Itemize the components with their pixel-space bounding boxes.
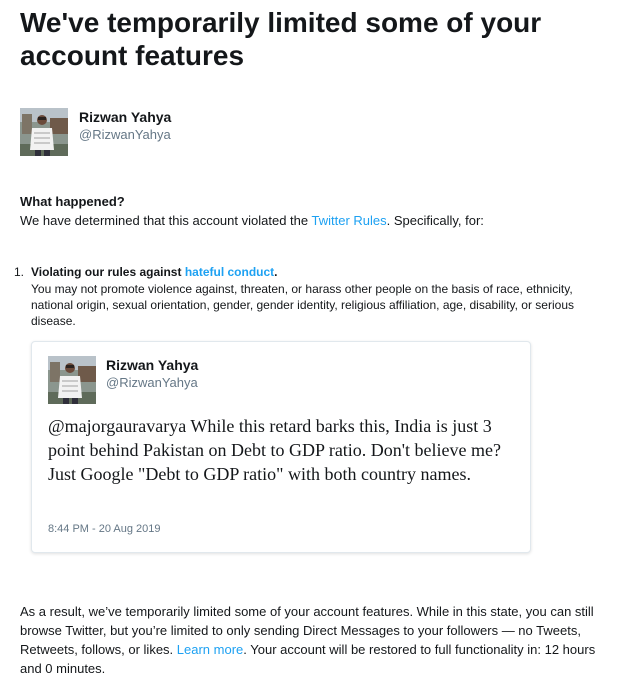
tweet-card[interactable]: Rizwan Yahya @RizwanYahya @majorgauravar… bbox=[31, 341, 531, 553]
tweet-timestamp[interactable]: 8:44 PM - 20 Aug 2019 bbox=[48, 523, 161, 535]
violation-title-before: Violating our rules against bbox=[31, 265, 185, 279]
what-happened-heading: What happened? bbox=[20, 194, 125, 209]
account-name[interactable]: Rizwan Yahya bbox=[79, 109, 171, 125]
twitter-rules-link[interactable]: Twitter Rules bbox=[311, 213, 386, 228]
learn-more-link[interactable]: Learn more bbox=[177, 642, 243, 657]
tweet-author-handle[interactable]: @RizwanYahya bbox=[106, 375, 198, 390]
page-title: We've temporarily limited some of your a… bbox=[20, 7, 542, 71]
what-happened-text-before: We have determined that this account vio… bbox=[20, 213, 312, 228]
account-handle[interactable]: @RizwanYahya bbox=[79, 127, 171, 142]
what-happened-text-after: . Specifically, for: bbox=[386, 213, 484, 228]
result-text: As a result, we’ve temporarily limited s… bbox=[20, 602, 620, 678]
tweet-avatar[interactable] bbox=[48, 356, 96, 404]
tweet-author-name[interactable]: Rizwan Yahya bbox=[106, 357, 198, 373]
violation-description: You may not promote violence against, th… bbox=[31, 282, 574, 328]
violation-title: Violating our rules against hateful cond… bbox=[31, 265, 278, 279]
avatar[interactable] bbox=[20, 108, 68, 156]
tweet-text: @majorgauravarya While this retard barks… bbox=[48, 416, 501, 484]
violation-title-after: . bbox=[274, 265, 278, 279]
hateful-conduct-link[interactable]: hateful conduct bbox=[185, 265, 274, 279]
violation-number: 1. bbox=[14, 265, 25, 279]
account-limited-page: We've temporarily limited some of your a… bbox=[0, 0, 636, 688]
what-happened-text: We have determined that this account vio… bbox=[20, 213, 484, 228]
